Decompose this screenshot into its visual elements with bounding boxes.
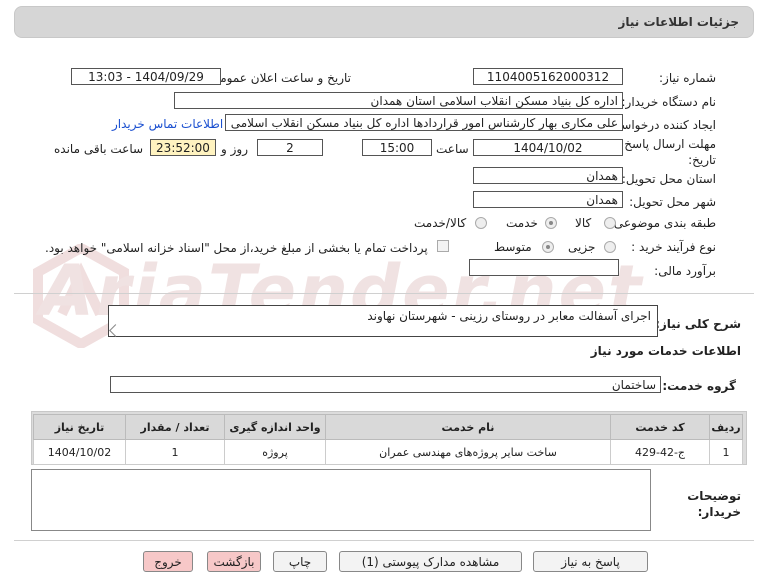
attachments-button[interactable]: مشاهده مدارک پیوستی (1) <box>339 551 522 572</box>
divider <box>14 540 754 541</box>
buyer-notes-label-2: خریدار: <box>697 505 741 519</box>
deadline-date-field: 1404/10/02 <box>473 139 623 156</box>
cell-name: ساخت سایر پروژه‌های مهندسی عمران <box>325 439 611 465</box>
time-label: ساعت <box>436 142 469 156</box>
category-goods-radio[interactable] <box>604 217 616 229</box>
treasury-payment-note: پرداخت تمام یا بخشی از مبلغ خرید،از محل … <box>45 241 428 255</box>
buyer-notes-textarea[interactable] <box>31 469 651 531</box>
col-row: ردیف <box>709 414 743 440</box>
col-qty: تعداد / مقدار <box>125 414 225 440</box>
announce-label: تاریخ و ساعت اعلان عمومی: <box>206 71 351 85</box>
cell-qty: 1 <box>125 439 225 465</box>
cell-code: ج-42-429 <box>610 439 710 465</box>
buyer-notes-label-1: توضیحات <box>687 489 741 503</box>
cell-unit: پروژه <box>224 439 326 465</box>
reply-button[interactable]: پاسخ به نیاز <box>533 551 648 572</box>
category-goods-label: کالا <box>575 216 592 230</box>
print-button[interactable]: چاپ <box>273 551 327 572</box>
col-name: نام خدمت <box>325 414 611 440</box>
description-textarea[interactable]: اجرای آسفالت معابر در روستای رزینی - شهر… <box>108 305 658 337</box>
service-group-label: گروه خدمت: <box>662 379 736 393</box>
page-title: جزئیات اطلاعات نیاز <box>618 15 739 29</box>
category-both-radio[interactable] <box>475 217 487 229</box>
table-row: 1 ج-42-429 ساخت سایر پروژه‌های مهندسی عم… <box>33 439 743 465</box>
remaining-time-field: 23:52:00 <box>150 139 216 156</box>
services-section-title: اطلاعات خدمات مورد نیاز <box>590 344 741 358</box>
remaining-label: ساعت باقی مانده <box>54 142 144 156</box>
days-label: روز و <box>221 142 248 156</box>
description-text: اجرای آسفالت معابر در روستای رزینی - شهر… <box>367 309 651 323</box>
province-field: همدان <box>473 167 623 184</box>
estimate-label: برآورد مالی: <box>654 264 716 278</box>
estimate-field <box>469 259 619 276</box>
back-button[interactable]: بازگشت <box>207 551 261 572</box>
days-field: 2 <box>257 139 323 156</box>
need-number-field: 1104005162000312 <box>473 68 623 85</box>
announce-field: 1404/09/29 - 13:03 <box>71 68 221 85</box>
divider <box>14 293 754 294</box>
buyer-org-field: اداره کل بنیاد مسکن انقلاب اسلامی استان … <box>174 92 623 109</box>
description-label: شرح کلی نیاز: <box>655 317 741 331</box>
buyer-org-label: نام دستگاه خریدار: <box>621 95 717 109</box>
resize-handle-icon[interactable] <box>109 324 122 337</box>
city-label: شهر محل تحویل: <box>629 195 716 209</box>
purchase-minor-radio[interactable] <box>604 241 616 253</box>
city-field: همدان <box>473 191 623 208</box>
deadline-time-field: 15:00 <box>362 139 432 156</box>
exit-button[interactable]: خروج <box>143 551 193 572</box>
buyer-contact-link[interactable]: اطلاعات تماس خریدار <box>112 117 223 131</box>
category-service-label: خدمت <box>506 216 538 230</box>
category-both-label: کالا/خدمت <box>414 216 467 230</box>
need-number-label: شماره نیاز: <box>659 71 716 85</box>
purchase-type-label: نوع فرآیند خرید : <box>631 240 716 254</box>
col-date: تاریخ نیاز <box>33 414 126 440</box>
purchase-medium-label: متوسط <box>494 240 532 254</box>
category-label: طبقه بندی موضوعی: <box>609 216 716 230</box>
cell-row: 1 <box>709 439 743 465</box>
cell-date: 1404/10/02 <box>33 439 126 465</box>
purchase-minor-label: جزیی <box>568 240 596 254</box>
treasury-payment-checkbox[interactable] <box>437 240 449 252</box>
col-code: کد خدمت <box>610 414 710 440</box>
creator-field: علی مکاری بهار کارشناس امور قراردادها اد… <box>225 114 623 131</box>
province-label: استان محل تحویل: <box>621 172 716 186</box>
services-table: ردیف کد خدمت نام خدمت واحد اندازه گیری ت… <box>33 414 743 465</box>
purchase-medium-radio[interactable] <box>542 241 554 253</box>
category-service-radio[interactable] <box>545 217 557 229</box>
service-group-field: ساختمان <box>110 376 661 393</box>
col-unit: واحد اندازه گیری <box>224 414 326 440</box>
